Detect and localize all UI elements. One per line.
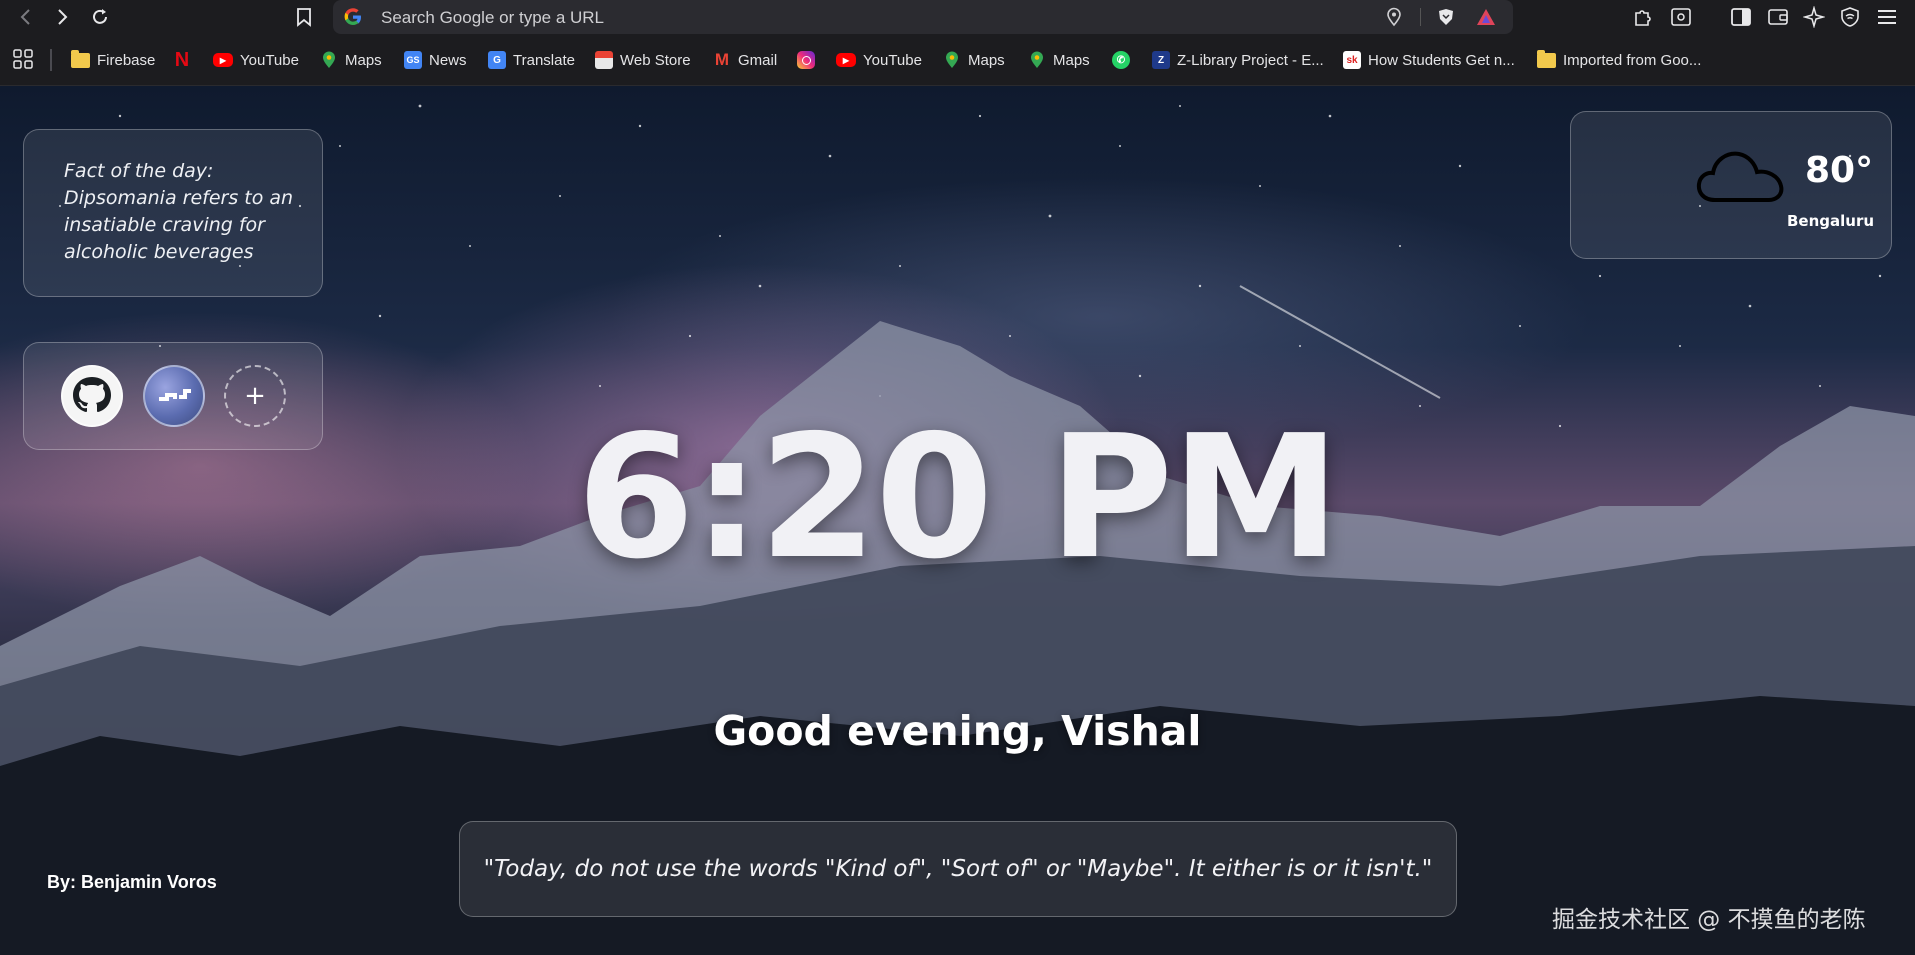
- bookmark-news[interactable]: GS News: [404, 49, 467, 71]
- forward-button[interactable]: [50, 5, 74, 29]
- maps-icon: [1028, 51, 1046, 69]
- bookmarks-separator: [50, 49, 52, 71]
- bookmark-maps-3[interactable]: Maps: [1028, 49, 1090, 71]
- shield-wifi-icon: [1841, 7, 1859, 27]
- reader-mode-button[interactable]: [1669, 6, 1693, 28]
- weather-city: Bengaluru: [1787, 212, 1875, 230]
- bookmark-web-store[interactable]: Web Store: [595, 49, 691, 71]
- browser-toolbar: Search Google or type a URL: [0, 0, 1915, 34]
- extensions-button[interactable]: [1631, 6, 1655, 28]
- bookmark-students[interactable]: sk How Students Get n...: [1343, 49, 1515, 71]
- folder-icon: [1537, 49, 1556, 68]
- bookmark-icon: [297, 8, 311, 27]
- omnibox-divider: [1420, 8, 1421, 26]
- brave-rewards-icon[interactable]: [1475, 7, 1497, 27]
- zlibrary-icon: Z: [1152, 51, 1170, 69]
- bookmark-gmail[interactable]: M Gmail: [713, 49, 777, 71]
- netflix-icon: N: [174, 48, 190, 71]
- fact-text: Dipsomania refers to an insatiable cravi…: [64, 187, 294, 263]
- wallet-button[interactable]: [1766, 6, 1790, 28]
- cloud-icon: [1696, 151, 1784, 202]
- reload-icon: [93, 9, 107, 24]
- address-bar[interactable]: Search Google or type a URL: [333, 0, 1513, 34]
- puzzle-icon: [1635, 10, 1651, 26]
- photo-credit: By: Benjamin Voros: [47, 872, 217, 892]
- bookmark-page-button[interactable]: [292, 5, 316, 29]
- quote-card: "Today, do not use the words "Kind of", …: [459, 821, 1457, 917]
- vpn-button[interactable]: [1838, 6, 1862, 28]
- bookmark-netflix[interactable]: N: [173, 49, 191, 71]
- maps-icon: [943, 51, 961, 69]
- hamburger-icon: [1878, 10, 1896, 24]
- watermark-text: 掘金技术社区 @ 不摸鱼的老陈: [1552, 907, 1866, 933]
- google-icon: [344, 8, 361, 25]
- whatsapp-icon: ✆: [1112, 51, 1130, 69]
- back-arrow-icon: [20, 9, 30, 25]
- apps-grid-icon: [13, 49, 33, 69]
- youtube-icon: ▶: [213, 53, 233, 67]
- apps-button[interactable]: [12, 48, 34, 70]
- folder-icon: [71, 49, 90, 68]
- main-menu-button[interactable]: [1875, 6, 1899, 28]
- instagram-icon: [797, 51, 815, 69]
- back-button[interactable]: [14, 5, 38, 29]
- new-tab-page: Fact of the day: Dipsomania refers to an…: [0, 86, 1915, 955]
- leo-ai-button[interactable]: [1802, 6, 1826, 28]
- bookmark-instagram[interactable]: [797, 49, 815, 71]
- webstore-icon: [595, 51, 613, 69]
- weather-temperature: 80°: [1805, 150, 1874, 191]
- reload-button[interactable]: [88, 5, 112, 29]
- translate-icon: G: [488, 51, 506, 69]
- bookmark-youtube[interactable]: ▶ YouTube: [213, 49, 299, 71]
- fact-heading: Fact of the day:: [64, 160, 214, 182]
- sparkle-icon: [1803, 6, 1825, 28]
- sk-icon: sk: [1343, 51, 1361, 69]
- quote-text: "Today, do not use the words "Kind of", …: [483, 856, 1433, 882]
- clock-time: 6:20 PM: [576, 399, 1341, 597]
- bookmark-imported[interactable]: Imported from Goo...: [1537, 49, 1701, 71]
- maps-icon: [320, 51, 338, 69]
- youtube-icon: ▶: [836, 53, 856, 67]
- bookmark-maps-2[interactable]: Maps: [943, 49, 1005, 71]
- bookmark-youtube-2[interactable]: ▶ YouTube: [836, 49, 922, 71]
- sidebar-toggle-button[interactable]: [1729, 6, 1753, 28]
- weather-card: 80° Bengaluru: [1570, 111, 1892, 259]
- bookmark-whatsapp[interactable]: ✆: [1112, 49, 1130, 71]
- fact-of-the-day-card: Fact of the day: Dipsomania refers to an…: [23, 129, 323, 297]
- reader-icon: [1671, 8, 1691, 26]
- sidebar-icon: [1731, 8, 1751, 26]
- gmail-icon: M: [714, 50, 730, 69]
- greeting-text: Good evening, Vishal: [713, 707, 1202, 755]
- forward-arrow-icon: [58, 9, 68, 25]
- wallet-icon: [1768, 9, 1788, 25]
- news-icon: GS: [404, 51, 422, 69]
- bookmark-maps[interactable]: Maps: [320, 49, 382, 71]
- bookmark-zlibrary[interactable]: Z Z-Library Project - E...: [1152, 49, 1324, 71]
- address-bar-placeholder: Search Google or type a URL: [381, 8, 605, 27]
- brave-shields-icon[interactable]: [1436, 7, 1456, 27]
- bookmark-firebase[interactable]: Firebase: [71, 49, 155, 71]
- location-pin-icon[interactable]: [1385, 7, 1403, 27]
- bookmark-translate[interactable]: G Translate: [488, 49, 575, 71]
